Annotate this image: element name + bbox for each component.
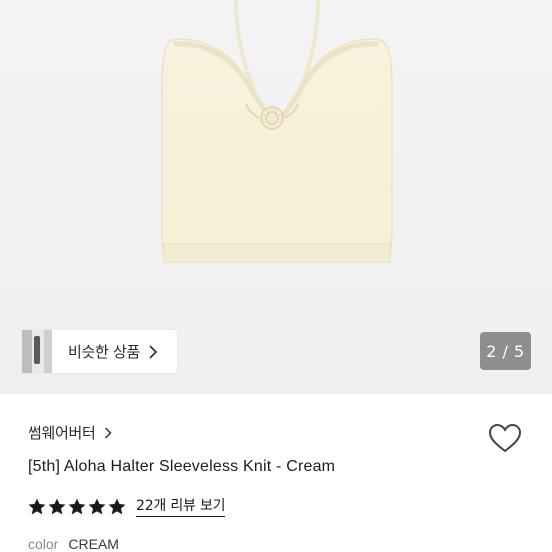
similar-products-label: 비슷한 상품 — [68, 343, 140, 361]
star-icon — [88, 498, 106, 514]
product-info: 썸웨어버터 [5th] Aloha Halter Sleeveless Knit… — [0, 394, 552, 552]
star-icon — [28, 498, 46, 514]
chevron-right-icon — [149, 344, 158, 359]
star-icon — [108, 498, 126, 514]
color-option: color CREAM — [28, 536, 119, 552]
shop-name: 썸웨어버터 — [28, 424, 96, 442]
product-title: [5th] Aloha Halter Sleeveless Knit - Cre… — [28, 458, 336, 475]
chevron-right-icon — [104, 427, 112, 438]
wishlist-button[interactable] — [486, 420, 524, 456]
reviews-link[interactable]: 22개 리뷰 보기 — [136, 495, 226, 517]
product-gallery[interactable]: 비슷한 상품 2 / 5 — [0, 0, 552, 394]
similar-products-button[interactable]: 비슷한 상품 — [22, 330, 177, 373]
star-icon — [68, 498, 86, 514]
color-option-value: CREAM — [68, 536, 119, 552]
heart-icon — [488, 423, 522, 453]
color-option-label: color — [28, 536, 59, 552]
rating-row: 22개 리뷰 보기 — [28, 495, 226, 517]
shop-link[interactable]: 썸웨어버터 — [28, 422, 112, 443]
rating-stars — [28, 498, 128, 515]
image-page-counter: 2 / 5 — [480, 332, 531, 370]
star-icon — [48, 498, 66, 514]
similar-product-thumbnail — [22, 330, 52, 373]
